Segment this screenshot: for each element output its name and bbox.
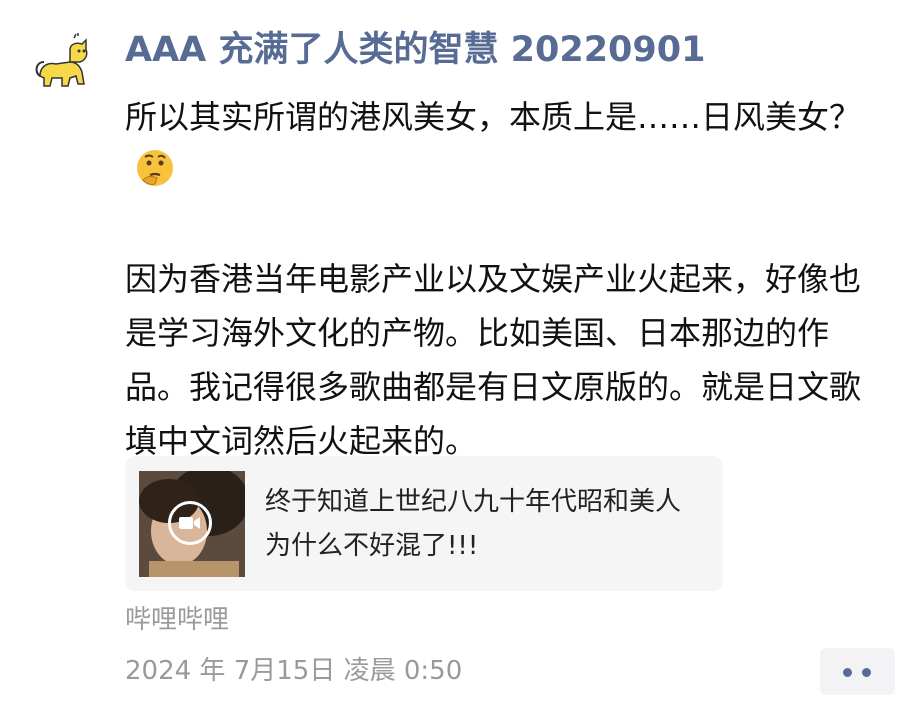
yellow-cat-icon bbox=[35, 33, 88, 87]
video-thumbnail[interactable] bbox=[139, 471, 245, 577]
shared-video-title: 终于知道上世纪八九十年代昭和美人为什么不好混了!!! bbox=[265, 487, 682, 561]
post-text-para2: 因为香港当年电影产业以及文娱产业火起来，好像也是学习海外文化的产物。比如美国、日… bbox=[125, 260, 862, 460]
thinking-face-emoji bbox=[137, 150, 173, 186]
more-dots-icon bbox=[843, 668, 852, 677]
post-content: AAA 充满了人类的智慧 20220901 所以其实所谓的港风美女，本质上是……… bbox=[125, 22, 885, 468]
post-timestamp: 2024 年 7月15日 凌晨 0:50 bbox=[125, 656, 463, 686]
post-text-line1: 所以其实所谓的港风美女，本质上是……日风美女？ bbox=[125, 90, 885, 198]
more-button[interactable] bbox=[820, 648, 895, 695]
post-text: 所以其实所谓的港风美女，本质上是……日风美女？ 因为香港当年电影产业以及文娱产业… bbox=[125, 90, 885, 468]
source-label[interactable]: 哔哩哔哩 bbox=[125, 600, 229, 640]
avatar[interactable] bbox=[30, 32, 94, 96]
username[interactable]: AAA 充满了人类的智慧 20220901 bbox=[125, 22, 885, 78]
video-camera-icon bbox=[168, 501, 212, 545]
shared-video-card[interactable]: 终于知道上世纪八九十年代昭和美人为什么不好混了!!! bbox=[125, 456, 723, 591]
